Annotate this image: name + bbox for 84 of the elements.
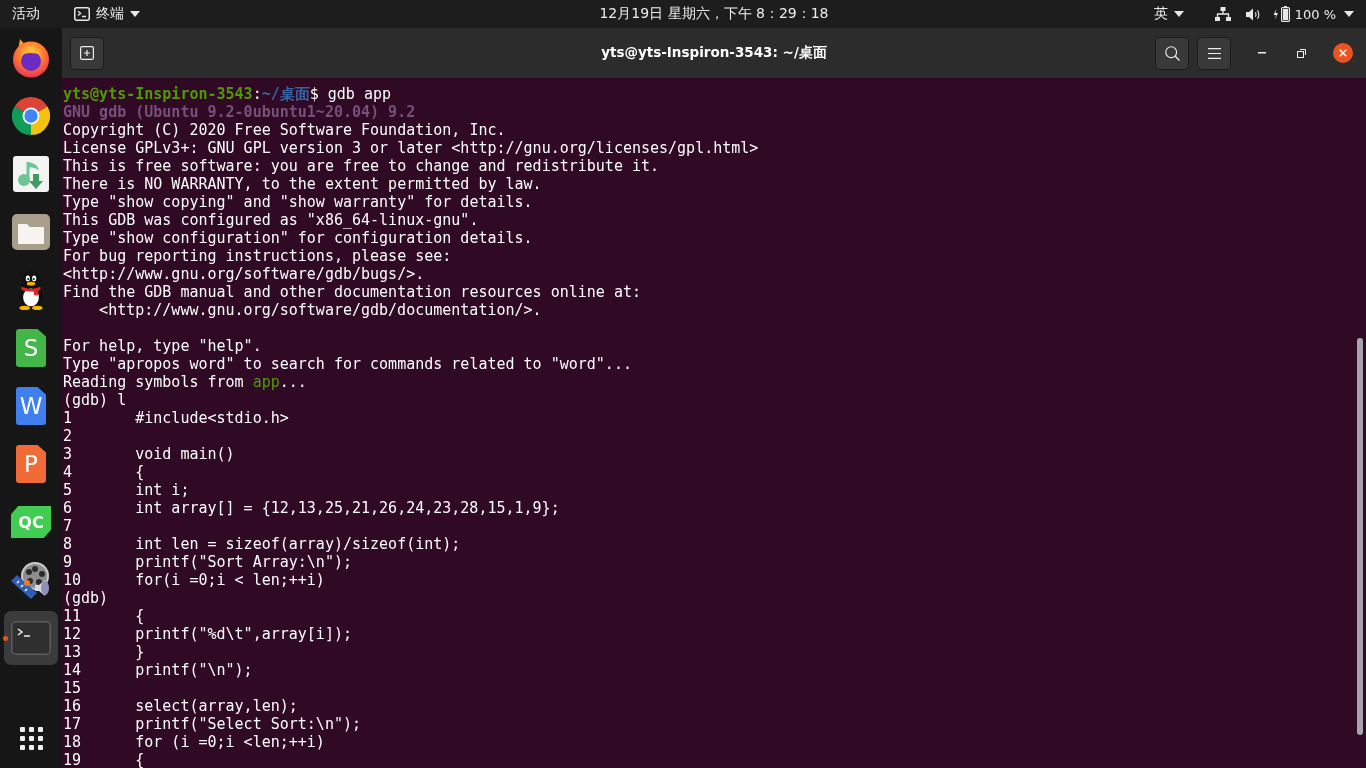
line-number: 3 (63, 445, 73, 463)
line-number: 16 (63, 697, 82, 715)
code-line: printf("\n"); (135, 661, 253, 679)
terminal-line: For bug reporting instructions, please see: (63, 247, 452, 265)
terminal-line: Type "show copying" and "show warranty" for details. (63, 193, 533, 211)
line-number: 13 (63, 643, 82, 661)
terminal-icon (74, 7, 90, 21)
segmented-ring-icon[interactable] (12, 97, 50, 135)
terminal-line: There is NO WARRANTY, to the extent permitted by law. (63, 175, 542, 193)
terminal-line: Type "show configuration" for configuration details. (63, 229, 533, 247)
line-number: 4 (63, 463, 73, 481)
terminal-line: (gdb) l (63, 391, 127, 409)
line-number: 6 (63, 499, 73, 517)
code-line: int array[] = {12,13,25,21,26,24,23,28,15,1,9}; (135, 499, 560, 517)
terminal-line: Type "apropos word" to search for commands related to "word"... (63, 355, 632, 373)
new-tab-icon (80, 46, 94, 60)
new-tab-button[interactable] (70, 36, 104, 70)
terminal-line: Reading symbols from app... (63, 373, 307, 391)
caret-icon (130, 11, 140, 17)
window-title: yts@yts-Inspiron-3543: ~/桌面 (601, 44, 827, 62)
volume-icon (1245, 7, 1260, 21)
terminal-line: This GDB was configured as "x86_64-linux-gnu". (63, 211, 479, 229)
terminal-line: (gdb) (63, 589, 109, 607)
menu-icon (1207, 47, 1221, 59)
app-menu-button[interactable]: 终端 (74, 3, 140, 25)
code-line: { (135, 463, 145, 481)
line-number: 17 (63, 715, 82, 733)
terminal-line: License GPLv3+: GNU GPL version 3 or later <http://gnu.org/licenses/gpl.html> (63, 139, 759, 157)
line-number: 9 (63, 553, 73, 571)
terminal-line: Find the GDB manual and other documentation resources online at: (63, 283, 641, 301)
terminal-line: This is free software: you are free to change and redistribute it. (63, 157, 660, 175)
system-menu-button[interactable]: 100 % (1214, 3, 1354, 25)
line-number: 2 (63, 427, 73, 445)
line-number: 15 (63, 679, 82, 697)
terminal-line: <http://www.gnu.org/software/gdb/documentation/>. (99, 301, 542, 319)
code-line: { (135, 607, 145, 625)
scrollbar-thumb[interactable] (1357, 338, 1363, 735)
minimize-icon[interactable] (1258, 52, 1266, 54)
line-number: 18 (63, 733, 82, 751)
terminal-line: For help, type "help". (63, 337, 262, 355)
code-line: printf("Select Sort:\n"); (135, 715, 361, 733)
search-icon (1164, 45, 1180, 61)
line-number: 10 (63, 571, 82, 589)
line-number: 12 (63, 625, 82, 643)
terminal-line: GNU gdb (Ubuntu 9.2-0ubuntu1~20.04) 9.2 (63, 103, 416, 121)
close-icon[interactable] (1333, 43, 1353, 63)
code-line: for (i =0;i <len;++i) (135, 733, 325, 751)
line-number: 5 (63, 481, 73, 499)
caret-icon (1344, 11, 1354, 17)
code-line: #include<stdio.h> (135, 409, 289, 427)
terminal-line: <http://www.gnu.org/software/gdb/bugs/>. (63, 265, 425, 283)
line-number: 19 (63, 751, 82, 768)
code-line: printf("Sort Array:\n"); (135, 553, 352, 571)
code-line: { (135, 751, 145, 768)
code-line: } (135, 643, 145, 661)
code-line: select(array,len); (135, 697, 298, 715)
line-number: 8 (63, 535, 73, 553)
code-line: int len = sizeof(array)/sizeof(int); (135, 535, 461, 553)
document-app-button[interactable]: W (16, 387, 46, 425)
maximize-icon[interactable] (1297, 48, 1306, 58)
prompt-line: yts@yts-Inspiron-3543:~/桌面$ gdb app (63, 85, 392, 103)
line-number: 14 (63, 661, 82, 679)
code-line: int i; (135, 481, 190, 499)
caret-icon (1173, 11, 1184, 17)
date-time[interactable]: 12月19日 星期六，下午 8：29：18 (599, 5, 829, 21)
network-icon (1214, 7, 1231, 21)
film-reel-icon[interactable] (11, 561, 51, 599)
folder-icon[interactable] (12, 214, 50, 250)
app-grid-icon[interactable] (19, 726, 43, 750)
music-download-icon[interactable] (13, 156, 49, 192)
input-method-button[interactable]: 英 (1153, 3, 1184, 25)
flame-globe-icon[interactable] (11, 38, 51, 78)
line-number: 11 (63, 607, 82, 625)
charging-battery-icon (1272, 6, 1290, 22)
line-number: 7 (63, 517, 73, 535)
terminal-icon (11, 621, 51, 655)
code-line: printf("%d\t",array[i]); (135, 625, 352, 643)
activities-button[interactable]: 活动 (12, 3, 40, 25)
code-line: for(i =0;i < len;++i) (135, 571, 325, 589)
code-line: void main() (135, 445, 235, 463)
line-number: 1 (63, 409, 73, 427)
search-button[interactable] (1155, 36, 1189, 70)
terminal-line: Copyright (C) 2020 Free Software Foundation, Inc. (63, 121, 506, 139)
menu-button[interactable] (1197, 36, 1231, 70)
